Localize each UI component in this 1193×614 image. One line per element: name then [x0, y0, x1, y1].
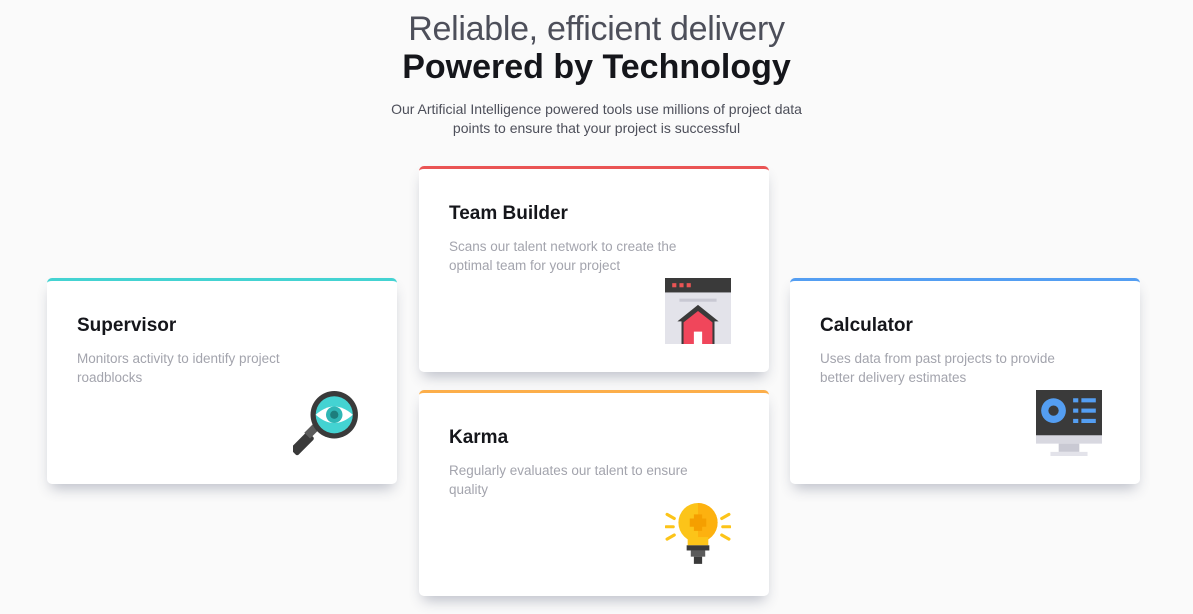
card-karma: Karma Regularly evaluates our talent to … [419, 390, 769, 596]
card-title: Team Builder [449, 203, 568, 224]
section-header: Reliable, efficient delivery Powered by … [0, 8, 1193, 138]
section-description: Our Artificial Intelligence powered tool… [391, 101, 802, 136]
lightbulb-icon [665, 503, 731, 564]
card-title: Supervisor [77, 315, 177, 336]
card-supervisor: Supervisor Monitors activity to identify… [47, 278, 397, 484]
card-text: Scans our talent network to create the o… [449, 239, 677, 273]
features-section: Reliable, efficient delivery Powered by … [0, 0, 1193, 614]
card-title: Karma [449, 427, 509, 448]
main-heading: Powered by Technology [402, 48, 791, 86]
card-text: Monitors activity to identify project ro… [77, 351, 280, 385]
card-title: Calculator [820, 315, 913, 336]
subtitle-heading: Reliable, efficient delivery [408, 10, 785, 48]
browser-house-icon [665, 278, 731, 344]
magnifier-eye-icon [293, 391, 358, 456]
card-calculator: Calculator Uses data from past projects … [790, 278, 1140, 484]
card-text: Uses data from past projects to provide … [820, 351, 1055, 385]
monitor-chart-icon [1036, 390, 1102, 456]
card-text: Regularly evaluates our talent to ensure… [449, 463, 688, 497]
card-team-builder: Team Builder Scans our talent network to… [419, 166, 769, 372]
